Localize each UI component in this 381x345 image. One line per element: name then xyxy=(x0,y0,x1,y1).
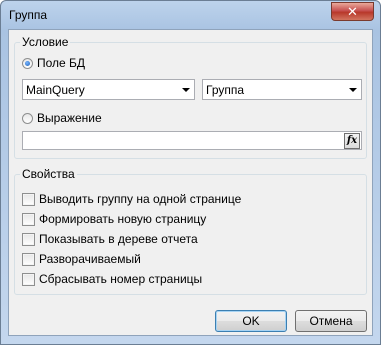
field-value: Группа xyxy=(206,83,245,97)
option-label: Разворачиваемый xyxy=(39,252,141,266)
option-checkbox[interactable] xyxy=(22,232,35,246)
condition-group: Условие Поле БД MainQuery Группа Выражен… xyxy=(14,35,367,159)
option-row[interactable]: Разворачиваемый xyxy=(22,252,141,266)
close-button[interactable]: ✕ xyxy=(331,2,374,21)
option-row[interactable]: Формировать новую страницу xyxy=(22,212,206,226)
expression-input[interactable]: fx xyxy=(22,131,362,150)
dialog-client-area: Условие Поле БД MainQuery Группа Выражен… xyxy=(8,29,373,336)
expression-radio-row[interactable]: Выражение xyxy=(22,111,102,125)
expression-radio[interactable] xyxy=(22,112,33,124)
function-icon: fx xyxy=(346,135,358,146)
cancel-button[interactable]: Отмена xyxy=(295,310,367,332)
condition-legend: Условие xyxy=(20,35,71,49)
close-icon: ✕ xyxy=(347,4,358,19)
title-bar[interactable]: Группа ✕ xyxy=(1,1,380,29)
option-label: Показывать в дереве отчета xyxy=(39,232,198,246)
field-radio[interactable] xyxy=(22,57,33,69)
option-checkbox[interactable] xyxy=(22,272,35,286)
field-combo[interactable]: Группа xyxy=(202,79,362,100)
expression-radio-label: Выражение xyxy=(37,111,102,125)
fx-button[interactable]: fx xyxy=(344,133,360,149)
option-checkbox[interactable] xyxy=(22,212,35,226)
option-row[interactable]: Сбрасывать номер страницы xyxy=(22,272,202,286)
option-row[interactable]: Выводить группу на одной странице xyxy=(22,192,241,206)
window-title: Группа xyxy=(9,8,48,22)
ok-button[interactable]: OK xyxy=(215,310,287,332)
properties-group: Свойства Выводить группу на одной страни… xyxy=(14,167,367,295)
option-label: Выводить группу на одной странице xyxy=(39,192,242,206)
option-label: Формировать новую страницу xyxy=(39,212,207,226)
datasource-value: MainQuery xyxy=(26,83,85,97)
dialog-window: Группа ✕ Условие Поле БД MainQuery Групп… xyxy=(0,0,381,345)
chevron-down-icon xyxy=(349,88,357,92)
properties-legend: Свойства xyxy=(20,167,77,181)
option-row[interactable]: Показывать в дереве отчета xyxy=(22,232,198,246)
chevron-down-icon xyxy=(182,88,190,92)
option-checkbox[interactable] xyxy=(22,192,35,206)
field-radio-label: Поле БД xyxy=(37,56,86,70)
datasource-combo[interactable]: MainQuery xyxy=(22,79,195,100)
option-label: Сбрасывать номер страницы xyxy=(39,272,203,286)
field-radio-row[interactable]: Поле БД xyxy=(22,56,85,70)
option-checkbox[interactable] xyxy=(22,252,35,266)
